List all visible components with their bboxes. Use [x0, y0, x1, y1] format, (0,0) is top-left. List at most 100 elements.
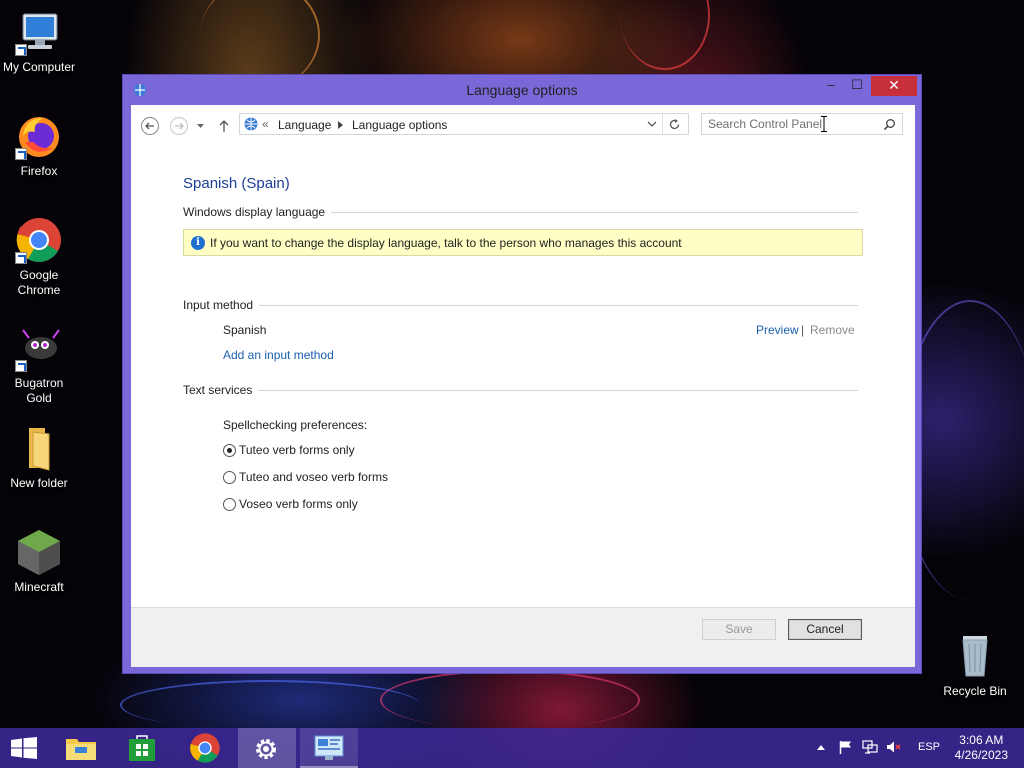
- recycle-bin-icon: [951, 632, 999, 680]
- search-box[interactable]: [701, 113, 903, 135]
- flag-icon: [839, 741, 851, 754]
- taskbar-store[interactable]: [114, 728, 172, 768]
- language-options-window: Language options – ☐ ✕ « Language Langua…: [122, 74, 922, 674]
- breadcrumb-language-options[interactable]: Language options: [352, 118, 447, 132]
- section-display-language: Windows display language: [183, 205, 858, 221]
- minecraft-icon: [15, 528, 63, 576]
- taskbar-control-panel[interactable]: [300, 728, 358, 768]
- up-button[interactable]: [215, 115, 233, 137]
- preview-link[interactable]: Preview: [756, 323, 799, 337]
- up-arrow-icon: [219, 120, 229, 132]
- settings-icon: [256, 739, 276, 759]
- radio-label: Tuteo and voseo verb forms: [239, 470, 388, 484]
- info-icon: i: [191, 236, 205, 250]
- radio-button-selected[interactable]: [223, 444, 236, 457]
- add-input-method-link[interactable]: Add an input method: [223, 348, 334, 362]
- start-button[interactable]: [0, 728, 48, 768]
- clock-time: 3:06 AM: [959, 733, 1004, 747]
- desktop-icon-bugatron[interactable]: Bugatron Gold: [2, 324, 76, 406]
- wallpaper-streak: [380, 670, 640, 730]
- radio-button[interactable]: [223, 471, 236, 484]
- section-text-services: Text services: [183, 383, 858, 399]
- wallpaper-streak: [620, 0, 710, 70]
- page-title: Spanish (Spain): [183, 175, 290, 192]
- firefox-icon: [15, 112, 63, 160]
- my-computer-icon: [15, 8, 63, 56]
- breadcrumb-overflow[interactable]: «: [262, 117, 269, 131]
- section-label: Text services: [183, 383, 259, 397]
- maximize-button[interactable]: ☐: [843, 76, 871, 96]
- action-center-button[interactable]: [836, 728, 854, 768]
- spellcheck-label: Spellchecking preferences:: [223, 418, 368, 432]
- address-dropdown-icon[interactable]: [647, 121, 657, 128]
- forward-button[interactable]: [168, 115, 190, 137]
- desktop-icon-label: Firefox: [20, 164, 58, 178]
- desktop-icon-label: Google Chrome: [17, 268, 61, 297]
- folder-icon: [15, 424, 63, 472]
- start-icon: [11, 737, 37, 759]
- desktop-icon-chrome[interactable]: Google Chrome: [2, 216, 76, 298]
- radio-label: Tuteo verb forms only: [239, 443, 355, 457]
- language-control-panel-icon: [244, 117, 258, 131]
- taskbar: ESP 3:06 AM 4/26/2023: [0, 728, 1024, 768]
- minimize-button[interactable]: –: [817, 76, 845, 96]
- search-input[interactable]: [708, 116, 878, 132]
- chevron-up-icon: [817, 745, 825, 750]
- breadcrumb-language[interactable]: Language: [278, 118, 331, 132]
- desktop-icon-label: Bugatron Gold: [14, 376, 64, 405]
- network-button[interactable]: [860, 728, 880, 768]
- back-button[interactable]: [139, 115, 161, 137]
- window-title: Language options: [466, 82, 578, 98]
- show-hidden-icons-button[interactable]: [814, 728, 828, 768]
- chrome-icon: [15, 216, 63, 264]
- window-client-area: « Language Language options Spanish (Spa…: [131, 105, 915, 667]
- volume-muted-icon: [887, 741, 901, 753]
- section-input-method: Input method: [183, 298, 858, 314]
- input-method-item: Spanish: [223, 323, 267, 337]
- link-separator: |: [801, 323, 805, 337]
- input-language-button[interactable]: ESP: [912, 728, 942, 768]
- desktop-icon-my-computer[interactable]: My Computer: [2, 8, 76, 75]
- input-language-indicator: ESP: [918, 741, 941, 753]
- chevron-down-icon: [197, 124, 204, 128]
- taskbar-chrome[interactable]: [176, 728, 234, 768]
- section-label: Input method: [183, 298, 260, 312]
- clock-date: 4/26/2023: [954, 748, 1008, 762]
- desktop-icon-new-folder[interactable]: New folder: [2, 424, 76, 491]
- desktop-icon-label: New folder: [10, 476, 68, 490]
- address-bar[interactable]: « Language Language options: [239, 113, 689, 135]
- control-panel-icon: [314, 735, 344, 760]
- network-icon: [862, 740, 878, 754]
- recent-locations-button[interactable]: [193, 115, 209, 137]
- text-cursor-icon: [821, 116, 827, 132]
- forward-arrow-icon: [175, 122, 184, 130]
- desktop-icon-label: Recycle Bin: [943, 684, 1007, 698]
- info-bar: i If you want to change the display lang…: [183, 229, 863, 256]
- clock[interactable]: 3:06 AM 4/26/2023: [955, 733, 1008, 763]
- wallpaper-streak: [120, 680, 420, 730]
- desktop-icon-label: My Computer: [2, 60, 76, 74]
- desktop-icon-firefox[interactable]: Firefox: [2, 112, 76, 179]
- taskbar-settings[interactable]: [238, 728, 296, 768]
- bugatron-icon: [15, 324, 63, 372]
- refresh-icon[interactable]: [668, 118, 681, 131]
- file-explorer-icon: [66, 739, 96, 760]
- cancel-button[interactable]: Cancel: [788, 619, 862, 640]
- chevron-right-icon: [338, 121, 343, 129]
- back-arrow-icon: [145, 122, 154, 130]
- save-button[interactable]: Save: [702, 619, 776, 640]
- section-label: Windows display language: [183, 205, 332, 219]
- search-icon[interactable]: [883, 118, 896, 131]
- close-button[interactable]: ✕: [871, 76, 917, 96]
- desktop-icon-recycle-bin[interactable]: Recycle Bin: [938, 632, 1012, 699]
- info-message: If you want to change the display langua…: [210, 236, 682, 250]
- taskbar-file-explorer[interactable]: [52, 728, 110, 768]
- title-bar[interactable]: Language options – ☐ ✕: [123, 75, 921, 105]
- radio-button[interactable]: [223, 498, 236, 511]
- remove-link: Remove: [810, 323, 855, 337]
- store-icon: [129, 735, 155, 761]
- volume-button[interactable]: [884, 728, 904, 768]
- desktop-icon-label: Minecraft: [14, 580, 64, 594]
- chrome-icon: [190, 733, 220, 763]
- desktop-icon-minecraft[interactable]: Minecraft: [2, 528, 76, 595]
